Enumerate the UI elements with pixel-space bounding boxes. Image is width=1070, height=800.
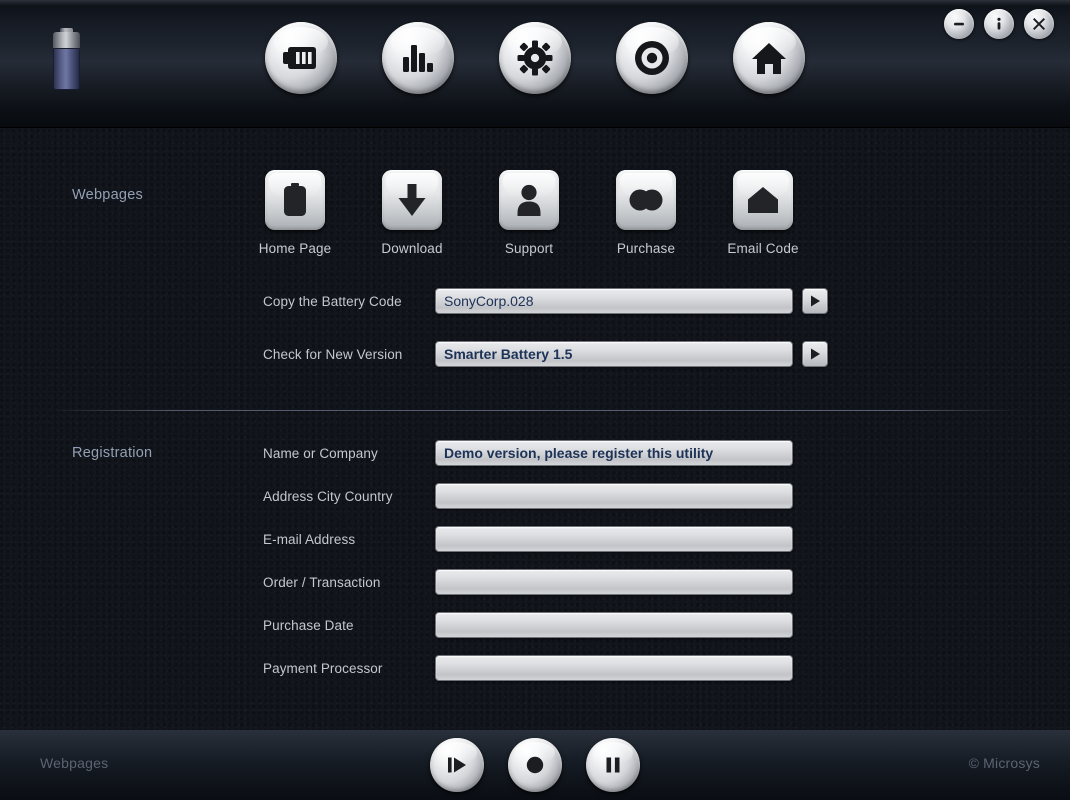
application-window: Webpages Home Page Download Support Purc… <box>0 0 1070 800</box>
close-button[interactable] <box>1024 9 1054 39</box>
status-bar: Webpages © Microsys <box>0 730 1070 800</box>
nav-button-home[interactable] <box>733 22 805 94</box>
field-label-name-company: Name or Company <box>263 445 378 461</box>
download-arrow-icon <box>382 170 442 230</box>
copyright-text: © Microsys <box>968 755 1040 771</box>
input-email[interactable] <box>435 526 793 552</box>
minimize-button[interactable] <box>944 9 974 39</box>
field-label-payment-processor: Payment Processor <box>263 660 383 676</box>
status-text: Webpages <box>40 755 109 771</box>
info-button[interactable] <box>984 9 1014 39</box>
input-battery-code[interactable]: SonyCorp.028 <box>435 288 793 314</box>
webicon-email-code[interactable]: Email Code <box>727 170 798 256</box>
section-label-registration: Registration <box>72 445 153 461</box>
webicon-label: Purchase <box>616 241 676 256</box>
battery-icon <box>265 170 325 230</box>
input-order[interactable] <box>435 569 793 595</box>
input-payment-processor[interactable] <box>435 655 793 681</box>
field-label-battery-code: Copy the Battery Code <box>263 293 402 309</box>
input-address[interactable] <box>435 483 793 509</box>
go-button-new-version[interactable] <box>802 341 828 367</box>
input-purchase-date[interactable] <box>435 612 793 638</box>
field-row-purchase-date: Purchase Date <box>263 612 793 638</box>
record-button[interactable] <box>508 738 562 792</box>
envelope-icon <box>733 170 793 230</box>
coins-icon <box>616 170 676 230</box>
input-name-company[interactable]: Demo version, please register this utili… <box>435 440 793 466</box>
app-battery-icon <box>53 28 80 90</box>
webicon-home-page[interactable]: Home Page <box>259 170 331 256</box>
field-label-new-version: Check for New Version <box>263 346 403 362</box>
field-row-address: Address City Country <box>263 483 793 509</box>
play-button[interactable] <box>430 738 484 792</box>
webicon-label: Home Page <box>258 241 332 256</box>
nav-button-charts[interactable] <box>382 22 454 94</box>
content-area: Webpages Home Page Download Support Purc… <box>0 128 1070 730</box>
header-sheen <box>0 0 1070 6</box>
field-label-order: Order / Transaction <box>263 574 381 590</box>
field-row-name-company: Name or Company Demo version, please reg… <box>263 440 793 466</box>
webicon-download[interactable]: Download <box>381 170 443 256</box>
section-label-webpages: Webpages <box>72 187 144 203</box>
nav-button-settings[interactable] <box>499 22 571 94</box>
person-icon <box>499 170 559 230</box>
field-label-email: E-mail Address <box>263 531 356 547</box>
section-divider <box>57 410 1010 411</box>
window-controls <box>944 9 1054 39</box>
nav-button-battery[interactable] <box>265 22 337 94</box>
webicon-label: Email Code <box>727 241 799 256</box>
input-new-version[interactable]: Smarter Battery 1.5 <box>435 341 793 367</box>
field-row-new-version: Check for New Version Smarter Battery 1.… <box>263 341 828 367</box>
field-row-battery-code: Copy the Battery Code SonyCorp.028 <box>263 288 828 314</box>
title-bar <box>0 0 1070 128</box>
field-label-address: Address City Country <box>263 488 393 504</box>
field-row-order: Order / Transaction <box>263 569 793 595</box>
webicon-support[interactable]: Support <box>499 170 559 256</box>
nav-button-capacity[interactable] <box>616 22 688 94</box>
transport-controls <box>430 738 640 792</box>
field-label-purchase-date: Purchase Date <box>263 617 354 633</box>
field-row-payment-processor: Payment Processor <box>263 655 793 681</box>
webicon-label: Support <box>504 241 554 256</box>
go-button-battery-code[interactable] <box>802 288 828 314</box>
webicon-label: Download <box>381 241 443 256</box>
field-row-email: E-mail Address <box>263 526 793 552</box>
main-toolbar <box>265 22 805 94</box>
webpages-icon-row: Home Page Download Support Purchase Emai… <box>259 170 798 256</box>
pause-button[interactable] <box>586 738 640 792</box>
webicon-purchase[interactable]: Purchase <box>616 170 676 256</box>
